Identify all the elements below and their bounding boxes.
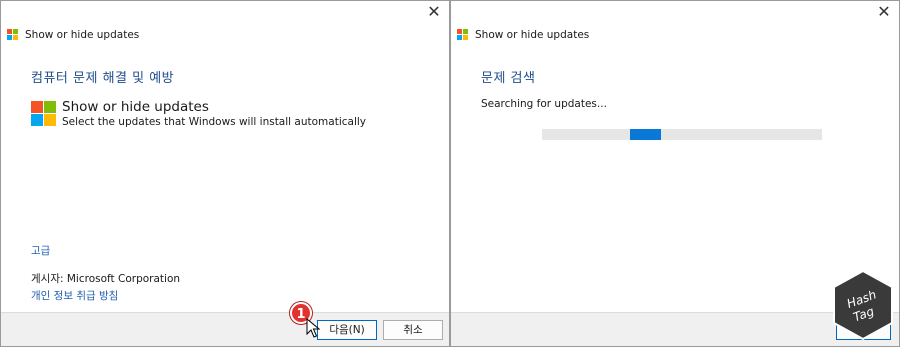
close-icon[interactable]: ✕ xyxy=(875,3,893,21)
troubleshooter-item: Show or hide updates Select the updates … xyxy=(31,99,366,129)
hashtag-watermark-logo: Hash Tag xyxy=(833,269,893,341)
next-button[interactable]: 다음(N) xyxy=(317,320,377,340)
button-footer: 다음(N) 취소 xyxy=(1,312,449,346)
publisher-name: Microsoft Corporation xyxy=(66,273,181,285)
advanced-link[interactable]: 고급 xyxy=(31,243,50,258)
window-title-row: Show or hide updates xyxy=(457,29,589,41)
troubleshooter-text: Show or hide updates Select the updates … xyxy=(62,99,366,129)
progress-bar xyxy=(542,129,822,140)
window-title-row: Show or hide updates xyxy=(7,29,139,41)
title-bar: ✕ Show or hide updates xyxy=(451,1,899,65)
publisher-info: 게시자: Microsoft Corporation xyxy=(31,271,180,286)
windows-logo-icon xyxy=(31,101,56,126)
mouse-pointer-icon xyxy=(306,318,320,338)
window-title: Show or hide updates xyxy=(25,29,140,41)
page-heading: 문제 검색 xyxy=(481,71,536,86)
privacy-policy-link[interactable]: 개인 정보 취급 방침 xyxy=(31,288,118,303)
title-bar: ✕ Show or hide updates xyxy=(1,1,449,65)
troubleshooter-window-left: ✕ Show or hide updates 컴퓨터 문제 해결 및 예방 Sh… xyxy=(0,0,450,347)
progress-indicator xyxy=(630,129,661,140)
cancel-button[interactable]: 취소 xyxy=(383,320,443,340)
search-status: Searching for updates... xyxy=(481,98,607,110)
close-icon[interactable]: ✕ xyxy=(425,3,443,21)
troubleshooter-name: Show or hide updates xyxy=(62,99,209,115)
window-title: Show or hide updates xyxy=(475,29,590,41)
troubleshooter-description: Select the updates that Windows will ins… xyxy=(62,116,366,128)
windows-logo-icon xyxy=(457,29,469,41)
publisher-label: 게시자: xyxy=(31,273,64,285)
windows-logo-icon xyxy=(7,29,19,41)
page-heading: 컴퓨터 문제 해결 및 예방 xyxy=(31,71,175,86)
